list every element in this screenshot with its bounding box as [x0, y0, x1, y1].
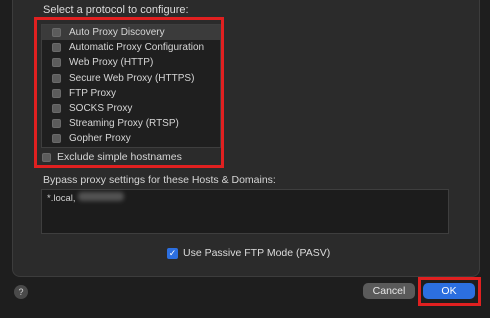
protocol-label: Auto Proxy Discovery [69, 27, 165, 39]
protocol-row-gopher-proxy[interactable]: Gopher Proxy [42, 131, 220, 146]
protocol-checkbox[interactable] [52, 119, 61, 129]
passive-ftp-label: Use Passive FTP Mode (PASV) [183, 247, 331, 259]
redacted-domain [78, 192, 124, 201]
cancel-button[interactable]: Cancel [363, 283, 415, 299]
protocol-row-secure-web-proxy[interactable]: Secure Web Proxy (HTTPS) [42, 71, 220, 86]
protocol-checkbox[interactable] [52, 73, 61, 83]
help-button[interactable]: ? [14, 285, 28, 299]
passive-ftp-option[interactable]: ✓ Use Passive FTP Mode (PASV) [167, 247, 330, 259]
protocol-row-ftp-proxy[interactable]: FTP Proxy [42, 86, 220, 101]
protocol-heading: Select a protocol to configure: [43, 4, 189, 16]
exclude-simple-hostnames[interactable]: Exclude simple hostnames [42, 151, 182, 163]
protocol-label: Streaming Proxy (RTSP) [69, 118, 179, 130]
checkmark-icon[interactable]: ✓ [167, 247, 178, 259]
ok-button[interactable]: OK [423, 283, 475, 299]
protocol-row-auto-proxy-discovery[interactable]: Auto Proxy Discovery [42, 25, 220, 41]
bypass-label: Bypass proxy settings for these Hosts & … [43, 174, 276, 186]
protocol-label: FTP Proxy [69, 87, 117, 99]
protocol-checkbox[interactable] [52, 28, 61, 38]
protocol-checkbox[interactable] [52, 43, 61, 53]
exclude-checkbox[interactable] [42, 152, 51, 162]
protocol-row-socks-proxy[interactable]: SOCKS Proxy [42, 101, 220, 116]
exclude-label: Exclude simple hostnames [57, 151, 182, 163]
protocol-label: SOCKS Proxy [69, 103, 133, 115]
protocol-label: Secure Web Proxy (HTTPS) [69, 72, 195, 84]
protocol-row-automatic-proxy-configuration[interactable]: Automatic Proxy Configuration [42, 40, 220, 55]
protocol-row-streaming-proxy[interactable]: Streaming Proxy (RTSP) [42, 116, 220, 131]
protocol-checkbox[interactable] [52, 88, 61, 98]
protocol-label: Automatic Proxy Configuration [69, 42, 205, 54]
protocol-checkbox[interactable] [52, 104, 61, 114]
protocol-label: Web Proxy (HTTP) [69, 57, 154, 69]
protocol-checkbox[interactable] [52, 58, 61, 68]
protocol-row-web-proxy[interactable]: Web Proxy (HTTP) [42, 55, 220, 70]
protocol-checkbox[interactable] [52, 134, 61, 144]
protocol-list[interactable]: Auto Proxy Discovery Automatic Proxy Con… [41, 24, 221, 148]
protocol-label: Gopher Proxy [69, 133, 131, 145]
